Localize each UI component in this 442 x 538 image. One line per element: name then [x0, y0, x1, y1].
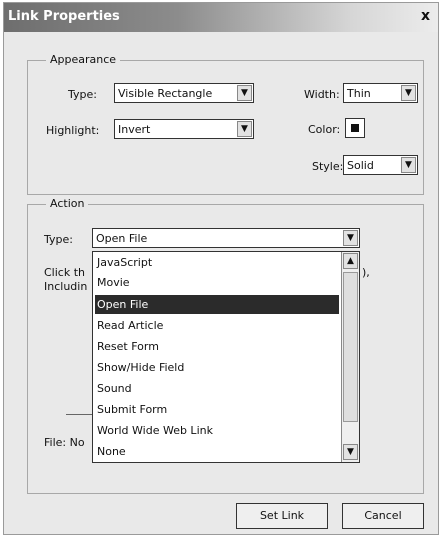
appearance-type-value: Visible Rectangle	[118, 87, 213, 100]
scrollbar-thumb[interactable]	[343, 272, 358, 422]
color-label: Color:	[308, 123, 341, 136]
chevron-down-icon[interactable]: ▼	[237, 85, 252, 101]
dropdown-option-none[interactable]: None	[95, 442, 339, 461]
chevron-down-icon[interactable]: ▼	[401, 85, 416, 101]
dropdown-option-sound[interactable]: Sound	[95, 379, 339, 398]
dropdown-option-movie[interactable]: Movie	[95, 273, 339, 292]
appearance-legend: Appearance	[46, 53, 121, 66]
highlight-label: Highlight:	[46, 124, 100, 137]
action-type-label: Type:	[44, 233, 73, 246]
separator-line	[66, 414, 92, 415]
highlight-select[interactable]: Invert ▼	[114, 119, 254, 139]
dropdown-option-submit-form[interactable]: Submit Form	[95, 400, 339, 419]
width-select[interactable]: Thin ▼	[343, 83, 418, 103]
width-label: Width:	[304, 88, 340, 101]
link-properties-dialog: Link Properties x Appearance Type: Visib…	[3, 2, 439, 535]
style-select[interactable]: Solid ▼	[343, 155, 418, 175]
action-description-trail: ),	[362, 266, 370, 279]
dropdown-option-show-hide-field[interactable]: Show/Hide Field	[95, 358, 339, 377]
chevron-down-icon[interactable]: ▼	[401, 157, 416, 173]
action-type-dropdown-list[interactable]: JavaScript Movie Open File Read Article …	[92, 251, 360, 463]
cancel-button[interactable]: Cancel	[342, 503, 424, 529]
arrow-up-icon[interactable]: ▲	[343, 253, 358, 269]
action-type-value: Open File	[96, 232, 148, 245]
arrow-down-icon[interactable]: ▼	[343, 444, 358, 460]
appearance-type-label: Type:	[68, 88, 97, 101]
title-bar[interactable]: Link Properties x	[4, 3, 438, 32]
width-value: Thin	[347, 87, 371, 100]
dropdown-option-read-article[interactable]: Read Article	[95, 316, 339, 335]
action-legend: Action	[46, 197, 89, 210]
dropdown-scrollbar[interactable]: ▲ ▼	[341, 252, 359, 462]
action-type-select[interactable]: Open File ▼	[92, 228, 360, 248]
action-description-line1: Click th	[44, 266, 85, 279]
color-swatch	[351, 124, 359, 132]
appearance-type-select[interactable]: Visible Rectangle ▼	[114, 83, 254, 103]
chevron-down-icon[interactable]: ▼	[237, 121, 252, 137]
color-picker-button[interactable]	[345, 118, 365, 138]
dropdown-option-open-file[interactable]: Open File	[95, 295, 339, 314]
file-label: File: No	[44, 436, 85, 449]
style-value: Solid	[347, 159, 374, 172]
action-description-line2: Includin	[44, 280, 88, 293]
style-label: Style:	[312, 160, 344, 173]
chevron-down-icon[interactable]: ▼	[343, 230, 358, 246]
dropdown-option-world-wide-web-link[interactable]: World Wide Web Link	[95, 421, 339, 440]
dropdown-option-javascript[interactable]: JavaScript	[95, 253, 339, 272]
dropdown-option-reset-form[interactable]: Reset Form	[95, 337, 339, 356]
close-icon[interactable]: x	[417, 8, 434, 25]
set-link-button[interactable]: Set Link	[236, 503, 328, 529]
highlight-value: Invert	[118, 123, 151, 136]
dialog-title: Link Properties	[8, 9, 120, 24]
